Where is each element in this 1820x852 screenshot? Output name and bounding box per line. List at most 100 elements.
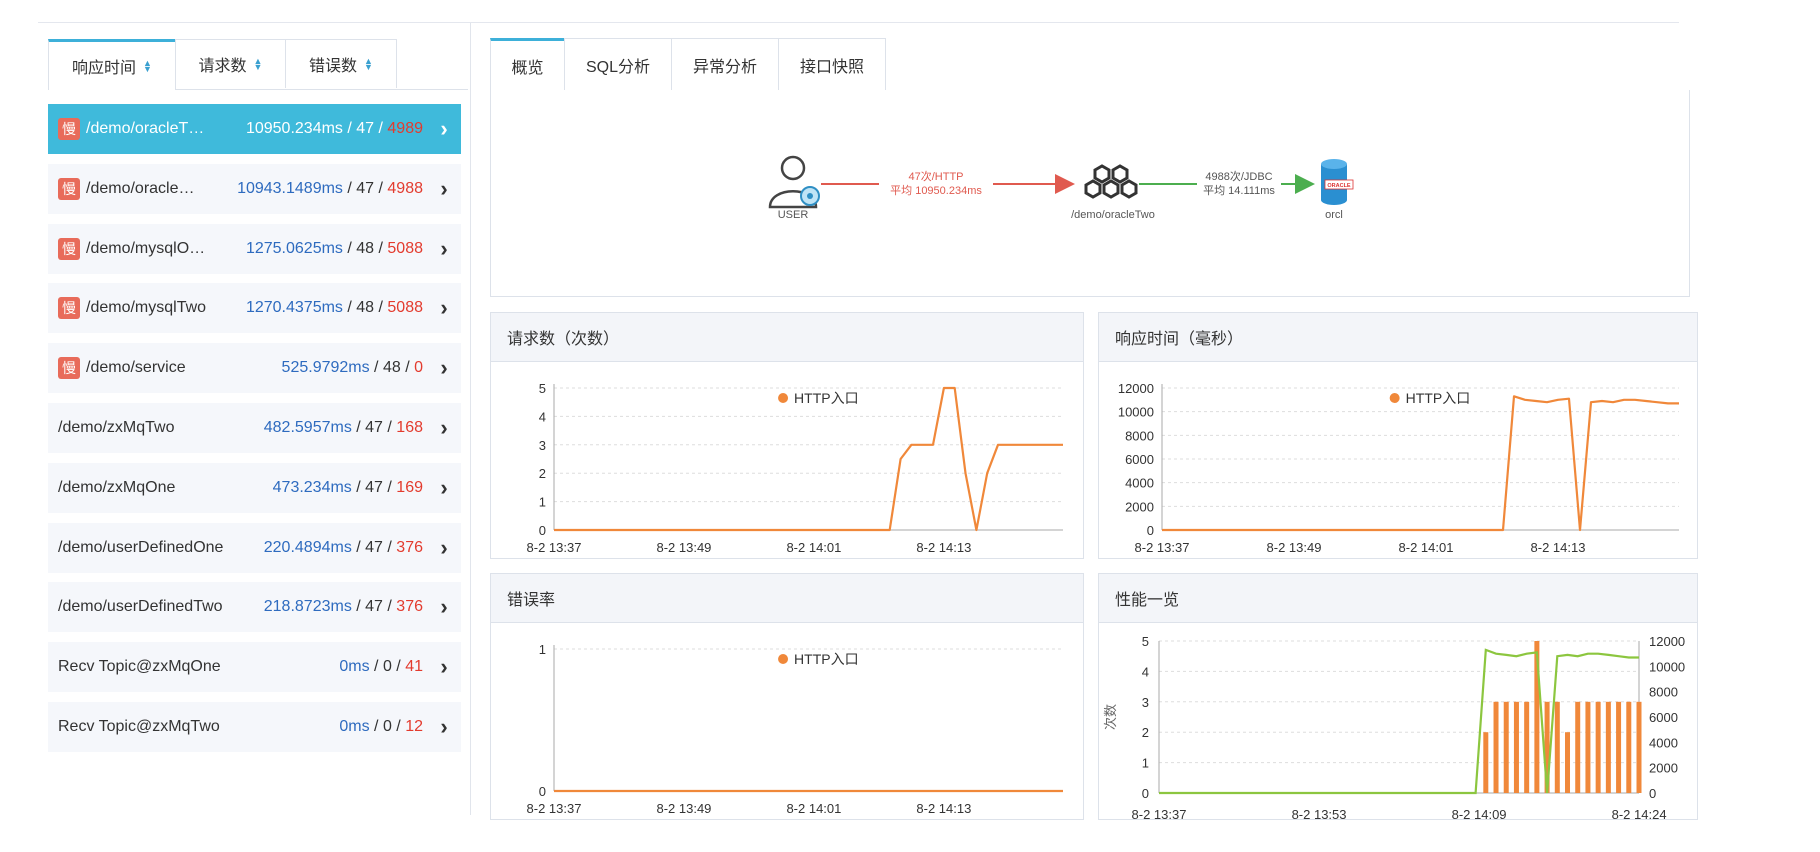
bar[interactable] (1595, 701, 1601, 793)
y-axis-title: 次数 (1103, 704, 1118, 730)
endpoint-row[interactable]: 慢/demo/service 525.9792ms / 48 / 0 › (48, 343, 461, 394)
chevron-right-icon[interactable]: › (435, 236, 453, 262)
tab-exception-analysis[interactable]: 异常分析 (671, 38, 779, 90)
endpoint-row[interactable]: 慢/demo/oracleT… 10950.234ms / 47 / 4989 › (48, 104, 461, 154)
bar[interactable] (1513, 701, 1519, 793)
endpoint-name: /demo/mysqlTwo (86, 299, 207, 317)
tab-sql-analysis[interactable]: SQL分析 (564, 38, 672, 90)
tab-overview[interactable]: 概览 (490, 38, 565, 91)
bar[interactable] (1575, 701, 1581, 793)
chevron-right-icon[interactable]: › (435, 654, 453, 680)
bar[interactable] (1585, 701, 1591, 793)
endpoint-row[interactable]: /demo/zxMqOne 473.234ms / 47 / 169 › (48, 462, 461, 513)
x-tick-label: 8-2 13:53 (1292, 807, 1347, 820)
y-tick-label-right: 6000 (1649, 710, 1678, 725)
request-count: 0 (382, 658, 392, 676)
request-count: 47 (365, 598, 383, 616)
endpoint-stats: 1270.4375ms / 48 / 5088 (246, 299, 423, 317)
endpoint-row[interactable]: Recv Topic@zxMqOne 0ms / 0 / 41 › (48, 642, 461, 693)
user-icon[interactable] (768, 155, 820, 209)
x-tick-label: 8-2 13:37 (527, 540, 582, 555)
tab-request-count[interactable]: 请求数 ▲ ▼ (175, 39, 286, 88)
legend-marker[interactable] (778, 654, 789, 664)
endpoint-row[interactable]: 慢/demo/mysqlTwo 1270.4375ms / 48 / 5088 › (48, 283, 461, 334)
request-count: 47 (365, 478, 383, 496)
legend-label[interactable]: HTTP入口 (794, 390, 859, 406)
error-rate-panel: 错误率 0 1 8-2 13:37 8-2 13:49 8-2 14:01 8-2 14:… (490, 573, 1084, 820)
user-label: USER (778, 209, 809, 221)
stat-separator: / (400, 359, 415, 377)
stat-separator: / (382, 538, 397, 556)
endpoint-stats: 10950.234ms / 47 / 4989 (246, 120, 423, 138)
chevron-right-icon[interactable]: › (435, 415, 453, 441)
tab-response-time[interactable]: 响应时间 ▲ ▼ (48, 39, 176, 90)
x-tick-label: 8-2 13:37 (527, 801, 582, 816)
x-tick-label: 8-2 14:24 (1612, 807, 1667, 820)
bar[interactable] (1503, 701, 1509, 793)
chevron-right-icon[interactable]: › (435, 176, 453, 202)
legend-marker[interactable] (1389, 393, 1400, 403)
stat-separator: / (342, 120, 357, 137)
stat-separator: / (369, 658, 383, 676)
response-time-panel: 响应时间（毫秒） 0 2000 4000 6000 8000 10000 12000 8-2 … (1098, 312, 1698, 559)
http-edge-count: 47次/HTTP (908, 169, 963, 183)
endpoint-stats: 482.5957ms / 47 / 168 (264, 419, 423, 437)
request-count: 48 (356, 299, 375, 317)
endpoint-row[interactable]: 慢/demo/mysqlO… 1275.0625ms / 48 / 5088 › (48, 223, 461, 274)
tab-api-snapshot[interactable]: 接口快照 (778, 38, 886, 90)
bar[interactable] (1626, 701, 1632, 793)
stat-separator: / (369, 718, 383, 735)
error-count: 12 (405, 718, 423, 735)
stat-separator: / (351, 419, 366, 436)
service-hexagon-icon[interactable] (1084, 164, 1138, 199)
stat-separator: / (382, 419, 397, 436)
bar[interactable] (1616, 701, 1622, 793)
legend-label[interactable]: HTTP入口 (794, 651, 859, 667)
series-line[interactable] (554, 386, 1063, 532)
chevron-right-icon[interactable]: › (435, 116, 453, 142)
bar[interactable] (1636, 701, 1642, 793)
series-line[interactable] (1162, 395, 1679, 532)
chevron-right-icon[interactable]: › (435, 295, 453, 321)
bar[interactable] (1483, 732, 1489, 793)
panel-title: 错误率 (491, 574, 1083, 623)
stat-separator: / (342, 179, 357, 197)
bar[interactable] (1493, 701, 1499, 793)
bar[interactable] (1524, 701, 1530, 793)
endpoint-row[interactable]: /demo/userDefinedTwo 218.8723ms / 47 / 37… (48, 582, 461, 633)
x-tick-label: 8-2 13:49 (1267, 540, 1322, 555)
legend-label[interactable]: HTTP入口 (1406, 390, 1471, 406)
y-tick-label: 3 (539, 438, 546, 453)
chevron-right-icon[interactable]: › (435, 594, 453, 620)
error-count: 168 (396, 419, 423, 436)
endpoint-row[interactable]: /demo/zxMqTwo 482.5957ms / 47 / 168 › (48, 403, 461, 453)
avg-response-time: 0ms (339, 658, 370, 676)
chevron-right-icon[interactable]: › (435, 714, 453, 740)
x-tick-label: 8-2 14:01 (786, 801, 841, 816)
bar[interactable] (1554, 701, 1560, 793)
chevron-right-icon[interactable]: › (435, 535, 453, 561)
endpoint-stats: 218.8723ms / 47 / 376 (264, 598, 423, 616)
tab-label: 错误数 (309, 58, 358, 75)
chevron-right-icon[interactable]: › (435, 355, 453, 381)
sort-tabs: 响应时间 ▲ ▼ 请求数 ▲ ▼ 错误数 ▲ ▼ (48, 39, 468, 90)
avg-response-time: 0ms (339, 718, 370, 735)
bar[interactable] (1605, 701, 1611, 793)
endpoint-row[interactable]: /demo/userDefinedOne 220.4894ms / 47 / 37… (48, 522, 461, 573)
endpoint-row[interactable]: 慢/demo/oracle… 10943.1489ms / 47 / 4988 › (48, 163, 461, 214)
error-count: 41 (405, 658, 423, 676)
error-count: 4988 (387, 179, 423, 197)
request-count: 47 (356, 120, 375, 137)
legend-marker[interactable] (778, 393, 789, 403)
x-tick-label: 8-2 14:09 (1452, 807, 1507, 820)
database-icon[interactable]: ORACLE (1321, 159, 1354, 205)
y-tick-label: 1 (539, 642, 546, 657)
request-count: 48 (356, 239, 375, 257)
bar[interactable] (1565, 732, 1571, 793)
endpoint-row[interactable]: Recv Topic@zxMqTwo 0ms / 0 / 12 › (48, 702, 461, 752)
performance-overview-chart: 0 1 2 3 4 5 0 2000 4000 6000 8000 10000 12000 次数 8-2 1… (1103, 634, 1685, 820)
tab-error-count[interactable]: 错误数 ▲ ▼ (285, 39, 397, 88)
stat-separator: / (351, 598, 366, 616)
endpoint-name: Recv Topic@zxMqTwo (58, 718, 220, 735)
chevron-right-icon[interactable]: › (435, 475, 453, 501)
